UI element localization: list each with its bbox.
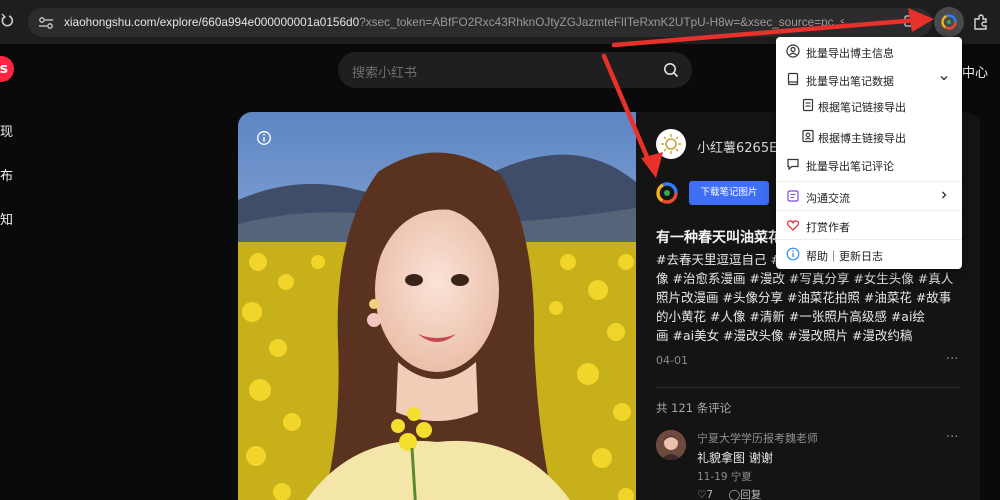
search-placeholder: 搜索小红书	[352, 66, 418, 81]
comment-text: 礼貌拿图 谢谢	[697, 451, 773, 465]
info-icon[interactable]	[256, 130, 272, 146]
comment-actions: ♡7 ◯回复	[697, 487, 761, 500]
avatar[interactable]	[656, 430, 686, 460]
site-settings-icon[interactable]	[38, 15, 54, 29]
note-photo[interactable]	[238, 112, 636, 500]
puzzle-icon[interactable]	[972, 13, 990, 31]
download-images-button[interactable]: 下载笔记图片	[689, 181, 769, 205]
menu-item-help-changelog[interactable]: 帮助｜更新日志	[776, 242, 962, 268]
search-icon[interactable]	[662, 61, 680, 79]
comment-username[interactable]: 宁夏大学学历报考魏老师	[697, 430, 818, 446]
document-icon	[801, 98, 815, 112]
extension-button[interactable]	[934, 7, 964, 37]
heart-icon	[786, 218, 800, 232]
divider	[656, 387, 960, 388]
comment-meta: 11-19 宁夏	[697, 471, 752, 483]
reply-link[interactable]: 回复	[740, 489, 761, 500]
user-circle-icon	[786, 44, 800, 58]
note-date: 04-01	[656, 354, 688, 367]
comment-count: 共 121 条评论	[656, 401, 732, 415]
menu-item-label: 根据笔记链接导出	[818, 101, 906, 114]
menu-item-tip-author[interactable]: 打赏作者	[776, 213, 962, 239]
comment-icon	[786, 157, 800, 171]
tag-line[interactable]: 像 #治愈系漫画 #漫改 #写真分享 #女生头像 #真人	[656, 269, 962, 288]
menu-item-contact[interactable]: 沟通交流	[776, 184, 962, 210]
menu-item-label: 打赏作者	[806, 221, 850, 234]
extension-logo-icon[interactable]	[655, 181, 679, 205]
more-options-icon[interactable]: ···	[946, 430, 958, 445]
url-query: ?xsec_token=ABfFO2Rxc43RhknOJtyZGJazmteF…	[359, 15, 844, 29]
tag-line[interactable]: 照片改漫画 #头像分享 #油菜花拍照 #油菜花 #故事	[656, 288, 962, 307]
menu-item-label: 批量导出笔记数据	[806, 75, 894, 88]
chevron-down-icon	[938, 72, 950, 84]
url-text[interactable]: xiaohongshu.com/explore/660a994e00000000…	[64, 15, 844, 31]
menu-divider	[776, 181, 962, 182]
menu-item-export-by-note-link[interactable]: 根据笔记链接导出	[776, 93, 962, 119]
menu-item-export-comments[interactable]: 批量导出笔记评论	[776, 152, 962, 178]
url-main: xiaohongshu.com/explore/660a994e00000000…	[64, 15, 360, 29]
menu-item-label: 沟通交流	[806, 192, 850, 205]
info-icon	[786, 247, 800, 261]
author-name[interactable]: 小红薯6265E3	[697, 137, 786, 156]
nav-item-publish[interactable]: 布	[0, 165, 13, 184]
menu-divider	[776, 239, 962, 240]
menu-item-label: 批量导出笔记评论	[806, 160, 894, 173]
reply-icon[interactable]: ◯	[728, 489, 740, 500]
author-avatar[interactable]	[656, 129, 686, 159]
install-app-icon[interactable]	[904, 14, 920, 30]
reload-icon[interactable]	[0, 12, 16, 32]
creator-center-link[interactable]: 中心	[962, 62, 988, 81]
menu-item-export-by-blogger-link[interactable]: 根据博主链接导出	[776, 124, 962, 150]
like-icon[interactable]: ♡	[697, 489, 706, 500]
nav-item-explore[interactable]: 现	[0, 121, 13, 140]
address-bar[interactable]: xiaohongshu.com/explore/660a994e00000000…	[28, 8, 932, 37]
extension-logo-icon	[941, 14, 957, 30]
more-options-icon[interactable]: ···	[946, 352, 958, 367]
chevron-right-icon	[938, 189, 950, 201]
nav-item-notifications[interactable]: 知	[0, 209, 13, 228]
extension-popup-menu: 批量导出博主信息 批量导出笔记数据 根据笔记链接导出 根据博主链接导出 批量导出…	[776, 37, 962, 269]
menu-item-label: 批量导出博主信息	[806, 47, 894, 60]
menu-item-export-bloggers[interactable]: 批量导出博主信息	[776, 39, 962, 65]
xiaohongshu-logo[interactable]: s	[0, 56, 14, 82]
user-card-icon	[801, 129, 815, 143]
note-title: 有一种春天叫油菜花	[656, 230, 782, 246]
menu-divider	[776, 210, 962, 211]
tag-line[interactable]: 的小黄花 #人像 #清新 #一张照片高级感 #ai绘	[656, 307, 962, 326]
menu-item-export-notes[interactable]: 批量导出笔记数据	[776, 67, 962, 93]
menu-item-label: 根据博主链接导出	[818, 132, 906, 145]
book-icon	[786, 72, 800, 86]
tag-line[interactable]: 画 #ai美女 #漫改头像 #漫改照片 #漫改约稿	[656, 326, 962, 345]
chat-icon	[786, 189, 800, 203]
like-count[interactable]: 7	[706, 489, 713, 500]
search-input[interactable]: 搜索小红书	[338, 52, 692, 88]
menu-item-label: 帮助｜更新日志	[806, 250, 883, 263]
